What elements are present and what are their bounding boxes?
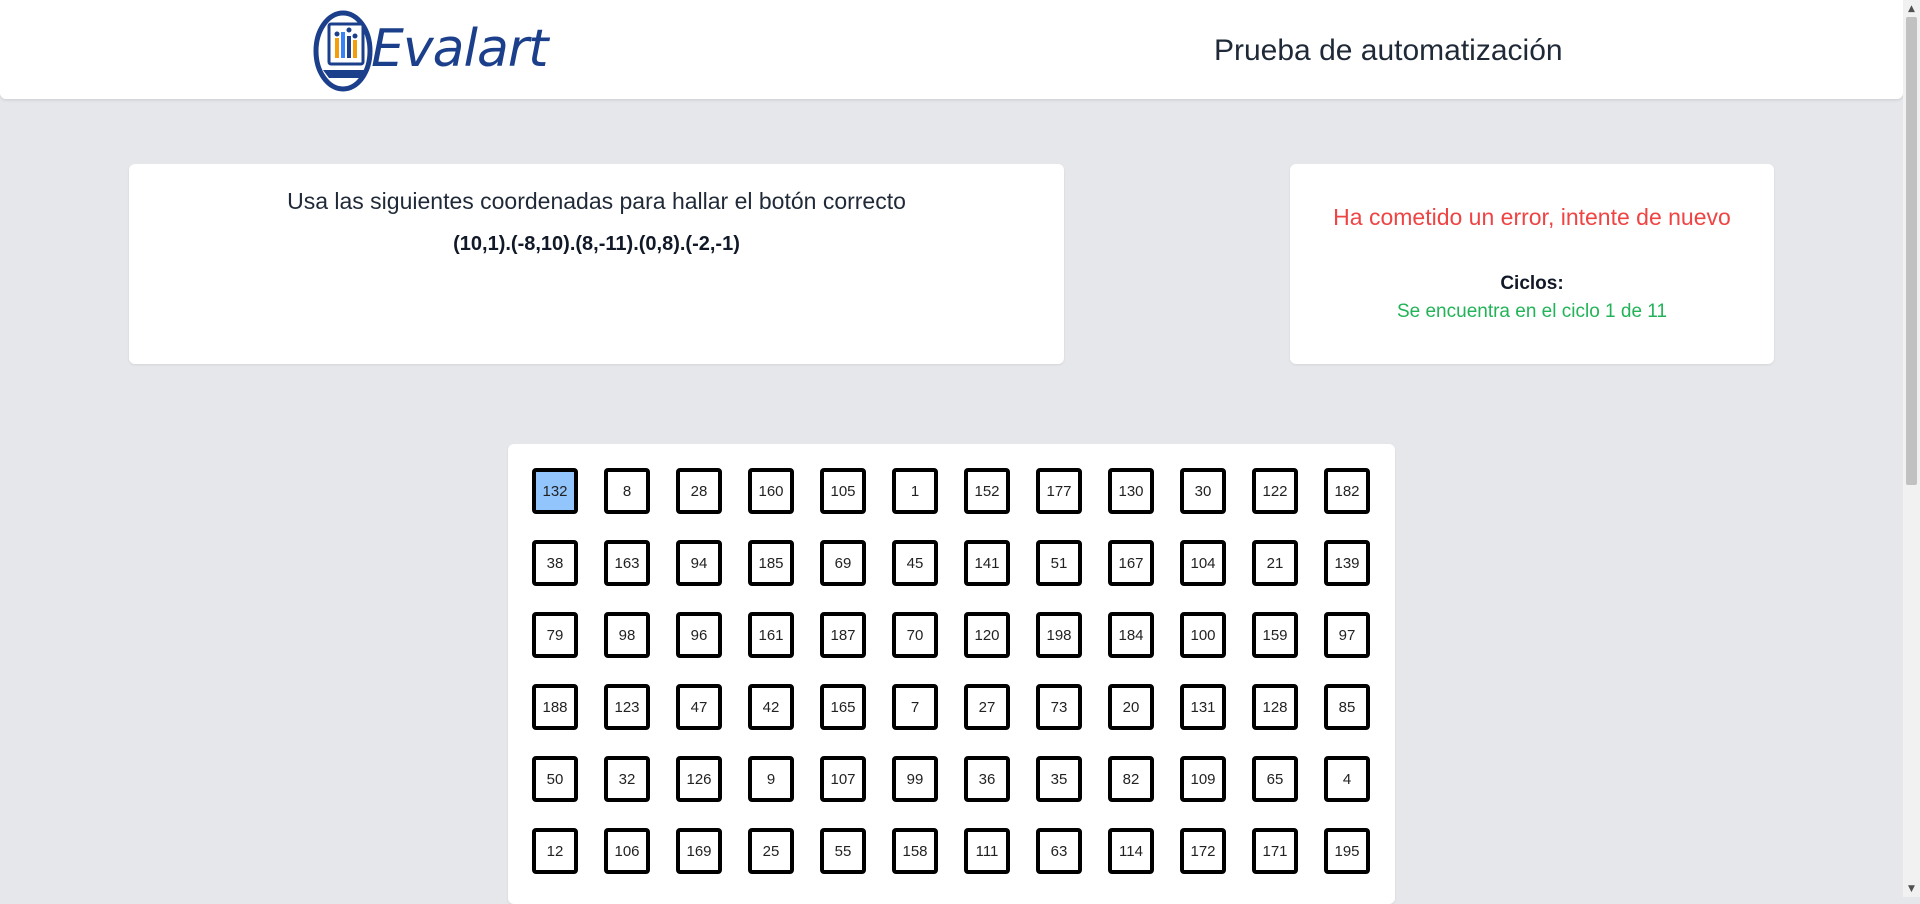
grid-button[interactable]: 198	[1036, 612, 1082, 658]
grid-button[interactable]: 106	[604, 828, 650, 874]
grid-button[interactable]: 159	[1252, 612, 1298, 658]
grid-button[interactable]: 161	[748, 612, 794, 658]
grid-button[interactable]: 188	[532, 684, 578, 730]
grid-button[interactable]: 107	[820, 756, 866, 802]
grid-button[interactable]: 96	[676, 612, 722, 658]
grid-button[interactable]: 195	[1324, 828, 1370, 874]
grid-button[interactable]: 139	[1324, 540, 1370, 586]
evalart-logo: Evalart	[313, 10, 558, 92]
grid-button[interactable]: 65	[1252, 756, 1298, 802]
grid-button[interactable]: 160	[748, 468, 794, 514]
grid-button[interactable]: 32	[604, 756, 650, 802]
grid-button[interactable]: 12	[532, 828, 578, 874]
grid-button[interactable]: 187	[820, 612, 866, 658]
grid-button[interactable]: 20	[1108, 684, 1154, 730]
grid-button[interactable]: 25	[748, 828, 794, 874]
status-card: Ha cometido un error, intente de nuevo C…	[1290, 164, 1774, 364]
scroll-up-icon[interactable]: ▲	[1903, 0, 1920, 17]
grid-button[interactable]: 167	[1108, 540, 1154, 586]
grid-button[interactable]: 177	[1036, 468, 1082, 514]
grid-button[interactable]: 99	[892, 756, 938, 802]
grid-button[interactable]: 105	[820, 468, 866, 514]
page-title: Prueba de automatización	[1214, 34, 1563, 67]
grid-button[interactable]: 185	[748, 540, 794, 586]
grid-button[interactable]: 85	[1324, 684, 1370, 730]
grid-button[interactable]: 131	[1180, 684, 1226, 730]
grid-button[interactable]: 63	[1036, 828, 1082, 874]
coordinates-card: Usa las siguientes coordenadas para hall…	[129, 164, 1064, 364]
grid-button[interactable]: 51	[1036, 540, 1082, 586]
grid-button[interactable]: 158	[892, 828, 938, 874]
grid-button[interactable]: 109	[1180, 756, 1226, 802]
grid-button[interactable]: 130	[1108, 468, 1154, 514]
cycle-progress-text: Se encuentra en el ciclo 1 de 11	[1396, 301, 1668, 322]
grid-button[interactable]: 73	[1036, 684, 1082, 730]
grid-button[interactable]: 165	[820, 684, 866, 730]
grid-button[interactable]: 8	[604, 468, 650, 514]
grid-button[interactable]: 50	[532, 756, 578, 802]
grid-button[interactable]: 128	[1252, 684, 1298, 730]
grid-button[interactable]: 163	[604, 540, 650, 586]
grid-button[interactable]: 169	[676, 828, 722, 874]
grid-button[interactable]: 94	[676, 540, 722, 586]
grid-button[interactable]: 114	[1108, 828, 1154, 874]
scrollbar-thumb[interactable]	[1906, 17, 1917, 485]
cycles-label: Ciclos:	[1500, 273, 1564, 294]
grid-button[interactable]: 27	[964, 684, 1010, 730]
coordinates-value: (10,1).(-8,10).(8,-11).(0,8).(-2,-1)	[453, 233, 740, 255]
grid-button[interactable]: 152	[964, 468, 1010, 514]
button-grid: 132 8 28 160 105 1 152 177 130 30 122 182 38 163 94 185…	[532, 468, 1370, 874]
grid-button[interactable]: 35	[1036, 756, 1082, 802]
scroll-down-icon[interactable]: ▼	[1903, 880, 1920, 897]
grid-button[interactable]: 141	[964, 540, 1010, 586]
vertical-scrollbar[interactable]: ▲ ▼	[1903, 0, 1920, 897]
button-grid-panel: 132 8 28 160 105 1 152 177 130 30 122 182 38 163 94 185…	[508, 444, 1395, 904]
grid-button[interactable]: 98	[604, 612, 650, 658]
grid-button[interactable]: 79	[532, 612, 578, 658]
grid-button[interactable]: 42	[748, 684, 794, 730]
grid-button[interactable]: 97	[1324, 612, 1370, 658]
grid-button[interactable]: 28	[676, 468, 722, 514]
grid-button[interactable]: 171	[1252, 828, 1298, 874]
grid-button[interactable]: 4	[1324, 756, 1370, 802]
grid-button[interactable]: 1	[892, 468, 938, 514]
logo-wordmark: Evalart	[371, 19, 549, 79]
grid-button[interactable]: 126	[676, 756, 722, 802]
grid-button[interactable]: 172	[1180, 828, 1226, 874]
grid-button[interactable]: 111	[964, 828, 1010, 874]
coordinates-instruction: Usa las siguientes coordenadas para hall…	[287, 188, 906, 214]
page-header: Evalart Prueba de automatización	[0, 0, 1903, 99]
grid-button[interactable]: 36	[964, 756, 1010, 802]
grid-button[interactable]: 70	[892, 612, 938, 658]
grid-button[interactable]: 45	[892, 540, 938, 586]
grid-button[interactable]: 184	[1108, 612, 1154, 658]
grid-button[interactable]: 7	[892, 684, 938, 730]
grid-button[interactable]: 38	[532, 540, 578, 586]
grid-button[interactable]: 122	[1252, 468, 1298, 514]
grid-button[interactable]: 123	[604, 684, 650, 730]
grid-button[interactable]: 30	[1180, 468, 1226, 514]
grid-button[interactable]: 182	[1324, 468, 1370, 514]
grid-button[interactable]: 9	[748, 756, 794, 802]
grid-button[interactable]: 21	[1252, 540, 1298, 586]
grid-button[interactable]: 120	[964, 612, 1010, 658]
grid-button[interactable]: 47	[676, 684, 722, 730]
grid-button[interactable]: 82	[1108, 756, 1154, 802]
grid-button[interactable]: 69	[820, 540, 866, 586]
grid-button[interactable]: 132	[532, 468, 578, 514]
grid-button[interactable]: 100	[1180, 612, 1226, 658]
error-message: Ha cometido un error, intente de nuevo	[1333, 204, 1731, 230]
grid-button[interactable]: 104	[1180, 540, 1226, 586]
grid-button[interactable]: 55	[820, 828, 866, 874]
